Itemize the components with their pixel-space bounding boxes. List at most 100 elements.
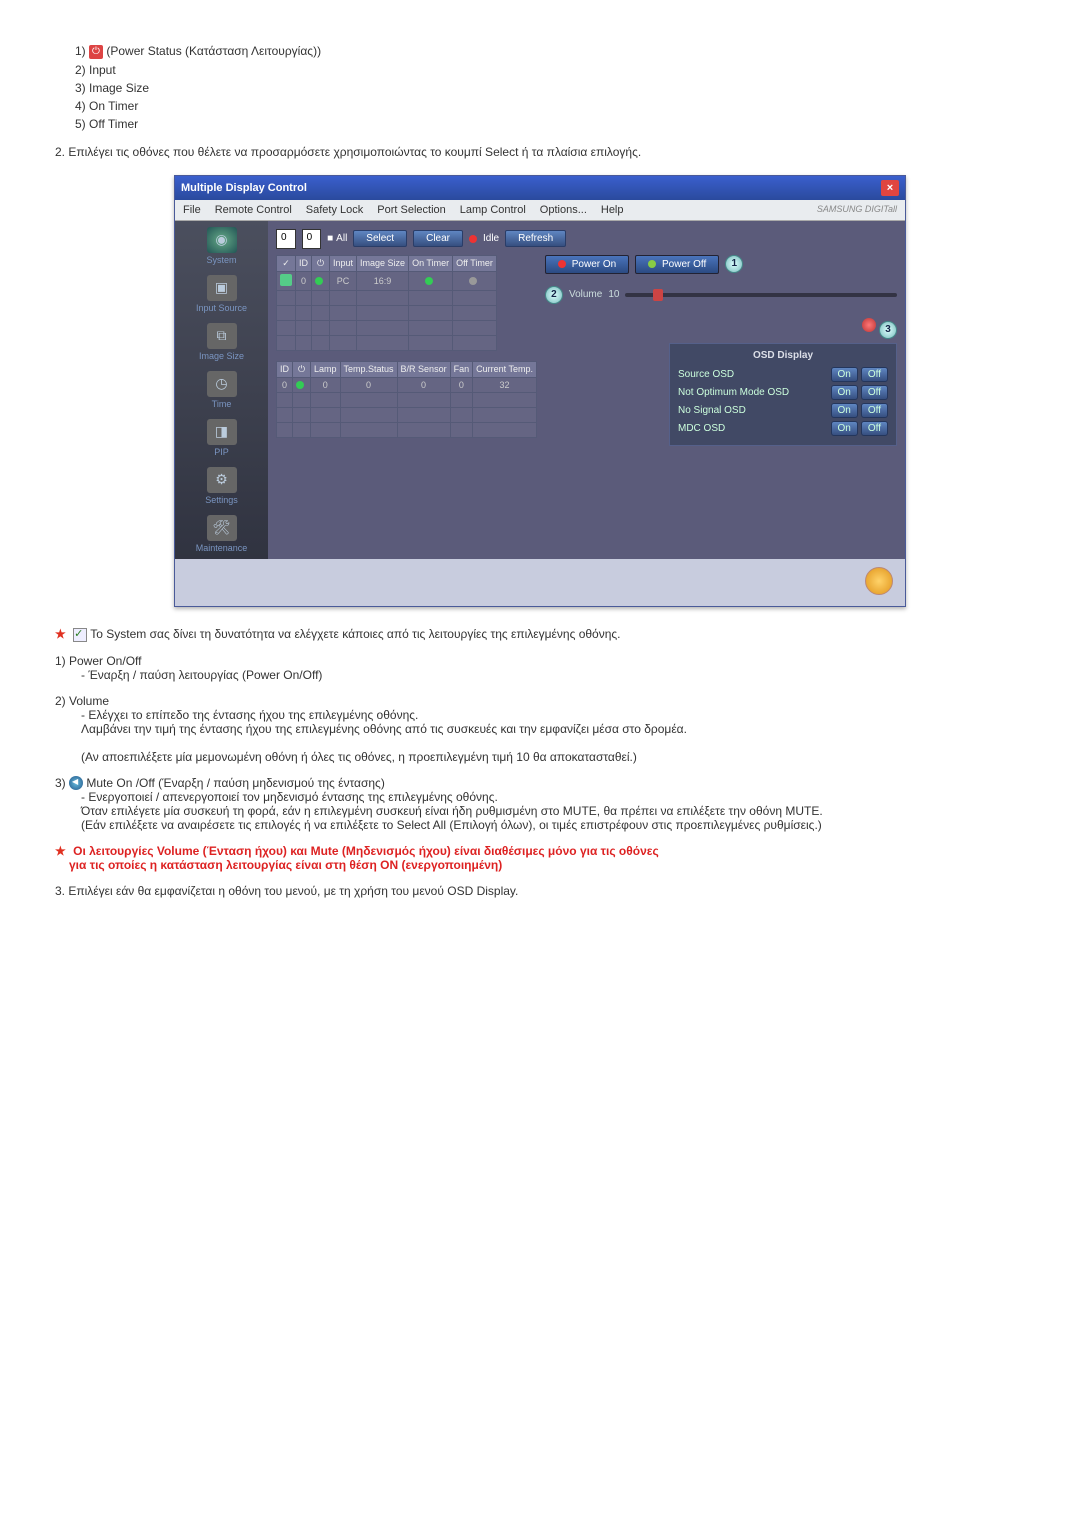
text: Idle [483, 233, 499, 244]
col-size: Image Size [357, 255, 409, 271]
sidebar-item-input[interactable]: ▣ Input Source [186, 275, 258, 313]
dropdown-2[interactable]: 0 [302, 229, 322, 249]
table-row[interactable] [277, 290, 497, 305]
col-brsensor: B/R Sensor [397, 361, 450, 377]
section-line: - Ενεργοποιεί / απενεργοποιεί τον μηδενι… [81, 790, 1025, 804]
menu-help[interactable]: Help [601, 204, 624, 216]
osd-title: OSD Display [678, 350, 888, 361]
source-osd-off-button[interactable]: Off [861, 367, 888, 382]
menu-safety[interactable]: Safety Lock [306, 204, 363, 216]
sidebar: ◉ System ▣ Input Source ⧉ Image Size ◷ T… [175, 221, 268, 559]
text: (Power Status (Κατάσταση Λειτουργίας)) [106, 44, 321, 58]
col-curtemp: Current Temp. [473, 361, 537, 377]
sidebar-item-maintenance[interactable]: 🛠 Maintenance [186, 515, 258, 553]
text: Το System σας δίνει τη δυνατότητα να ελέ… [90, 627, 620, 641]
info-icon[interactable] [865, 567, 893, 595]
table-row[interactable] [277, 305, 497, 320]
nosignal-osd-off-button[interactable]: Off [861, 403, 888, 418]
sidebar-item-pip[interactable]: ◨ PIP [186, 419, 258, 457]
section-volume: 2) Volume - Ελέγχει το επίπεδο της έντασ… [55, 694, 1025, 764]
cell: 0 [296, 271, 312, 290]
power-on-icon [296, 381, 304, 389]
table-row[interactable]: 0 PC 16:9 [277, 271, 497, 290]
sidebar-item-system[interactable]: ◉ System [186, 227, 258, 265]
mute-icon[interactable] [862, 318, 876, 332]
content-columns: ✓ ID ⏻ Input Image Size On Timer Off Tim… [276, 255, 897, 446]
table-row[interactable] [277, 407, 537, 422]
nosignal-osd-on-button[interactable]: On [831, 403, 858, 418]
table-row[interactable] [277, 422, 537, 437]
main-panel: 0 0 ■ All Select Clear Idle Refresh ✓ ID… [268, 221, 905, 559]
sidebar-item-settings[interactable]: ⚙ Settings [186, 467, 258, 505]
section-line: (Εάν επιλέξετε να αναιρέσετε τις επιλογέ… [81, 818, 1025, 832]
menu-options[interactable]: Options... [540, 204, 587, 216]
cell: 0 [340, 377, 397, 392]
cell: 32 [473, 377, 537, 392]
menu-lamp[interactable]: Lamp Control [460, 204, 526, 216]
text: 1) [75, 44, 89, 58]
mdc-osd-off-button[interactable]: Off [861, 421, 888, 436]
table-row[interactable] [277, 335, 497, 350]
volume-row: 2 Volume 10 [545, 286, 897, 304]
col-id: ID [296, 255, 312, 271]
section-line: Λαμβάνει την τιμή της έντασης ήχου της ε… [81, 722, 1025, 736]
row-check-icon[interactable] [280, 274, 292, 286]
volume-value: 10 [608, 289, 619, 300]
close-icon[interactable]: × [881, 180, 899, 196]
volume-slider[interactable] [625, 293, 897, 297]
image-size-icon: ⧉ [207, 323, 237, 349]
osd-label: Not Optimum Mode OSD [678, 387, 789, 398]
select-button[interactable]: Select [353, 230, 407, 247]
osd-row-nosignal: No Signal OSD On Off [678, 403, 888, 418]
cell: PC [330, 271, 357, 290]
osd-row-mdc: MDC OSD On Off [678, 421, 888, 436]
cell: 16:9 [357, 271, 409, 290]
refresh-button[interactable]: Refresh [505, 230, 566, 247]
table-row[interactable]: 0 0 0 0 0 32 [277, 377, 537, 392]
volume-label: Volume [569, 289, 602, 300]
text: All [336, 233, 347, 244]
osd-row-source: Source OSD On Off [678, 367, 888, 382]
menu-file[interactable]: File [183, 204, 201, 216]
input-icon: ▣ [207, 275, 237, 301]
osd-row-notopt: Not Optimum Mode OSD On Off [678, 385, 888, 400]
table-row[interactable] [277, 320, 497, 335]
callout-1: 1 [725, 255, 743, 273]
window-title: Multiple Display Control [181, 182, 307, 194]
col-fan: Fan [450, 361, 473, 377]
col-lamp: Lamp [311, 361, 341, 377]
system-icon: ◉ [207, 227, 237, 253]
menubar: File Remote Control Safety Lock Port Sel… [175, 200, 905, 221]
osd-label: No Signal OSD [678, 405, 746, 416]
system-note: ★ Το System σας δίνει τη δυνατότητα να ε… [55, 627, 1025, 642]
power-on-icon [315, 277, 323, 285]
dropdown-1[interactable]: 0 [276, 229, 296, 249]
section-title: 3) Mute On /Off (Έναρξη / παύση μηδενισμ… [55, 776, 1025, 791]
notopt-osd-off-button[interactable]: Off [861, 385, 888, 400]
power-on-button[interactable]: Power On [545, 255, 629, 274]
dot-icon [558, 260, 566, 268]
slider-thumb-icon[interactable] [653, 289, 663, 301]
menu-port[interactable]: Port Selection [377, 204, 445, 216]
section-line: Όταν επιλέγετε μία συσκευή τη φορά, εάν … [81, 804, 1025, 818]
section-line: (Αν αποεπιλέξετε μία μεμονωμένη οθόνη ή … [81, 750, 1025, 764]
menu-remote[interactable]: Remote Control [215, 204, 292, 216]
pip-icon: ◨ [207, 419, 237, 445]
table-row[interactable] [277, 392, 537, 407]
dot-icon [648, 260, 656, 268]
all-checkbox[interactable]: ■ All [327, 233, 347, 244]
notopt-osd-on-button[interactable]: On [831, 385, 858, 400]
col-tempstatus: Temp.Status [340, 361, 397, 377]
section-power: 1) Power On/Off - Έναρξη / παύση λειτουρ… [55, 654, 1025, 682]
sidebar-item-image[interactable]: ⧉ Image Size [186, 323, 258, 361]
mdc-osd-on-button[interactable]: On [831, 421, 858, 436]
cell: 0 [397, 377, 450, 392]
sidebar-item-label: Input Source [196, 303, 247, 313]
idle-radio[interactable]: Idle [469, 233, 499, 244]
power-off-button[interactable]: Power Off [635, 255, 719, 274]
col-ontimer: On Timer [409, 255, 453, 271]
sidebar-item-time[interactable]: ◷ Time [186, 371, 258, 409]
clear-button[interactable]: Clear [413, 230, 463, 247]
source-osd-on-button[interactable]: On [831, 367, 858, 382]
callout-2: 2 [545, 286, 563, 304]
